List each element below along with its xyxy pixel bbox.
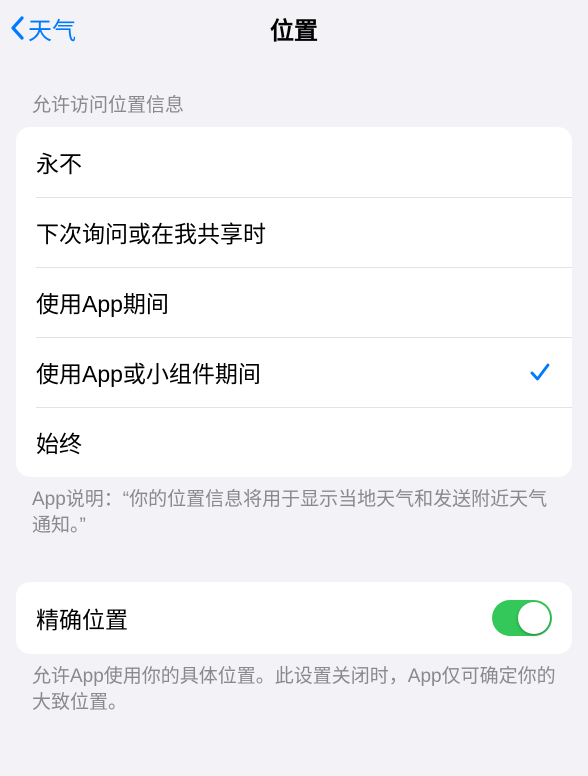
access-options-group: 永不 下次询问或在我共享时 使用App期间 使用App或小组件期间 始终 [16, 127, 572, 477]
option-always[interactable]: 始终 [16, 407, 572, 477]
switch-knob [518, 602, 550, 634]
option-label: 使用App或小组件期间 [36, 355, 261, 389]
precise-location-row[interactable]: 精确位置 [16, 582, 572, 654]
precise-label: 精确位置 [36, 601, 128, 635]
page-title: 位置 [270, 11, 318, 46]
option-label: 使用App期间 [36, 285, 169, 319]
section-footer-precise: 允许App使用你的具体位置。此设置关闭时，App仅可确定你的大致位置。 [0, 654, 588, 715]
chevron-left-icon [8, 14, 26, 42]
option-ask[interactable]: 下次询问或在我共享时 [16, 197, 572, 267]
option-while-using[interactable]: 使用App期间 [16, 267, 572, 337]
precise-group: 精确位置 [16, 582, 572, 654]
back-button[interactable]: 天气 [8, 0, 76, 56]
section-footer-access: App说明：“你的位置信息将用于显示当地天气和发送附近天气通知。” [0, 477, 588, 538]
checkmark-icon [528, 360, 552, 384]
option-label: 永不 [36, 145, 82, 179]
nav-header: 天气 位置 [0, 0, 588, 56]
section-header-access: 允许访问位置信息 [0, 56, 588, 127]
option-label: 始终 [36, 425, 82, 459]
option-never[interactable]: 永不 [16, 127, 572, 197]
option-label: 下次询问或在我共享时 [36, 215, 266, 249]
back-label: 天气 [28, 11, 76, 46]
option-while-using-widgets[interactable]: 使用App或小组件期间 [16, 337, 572, 407]
precise-location-toggle[interactable] [492, 600, 552, 636]
